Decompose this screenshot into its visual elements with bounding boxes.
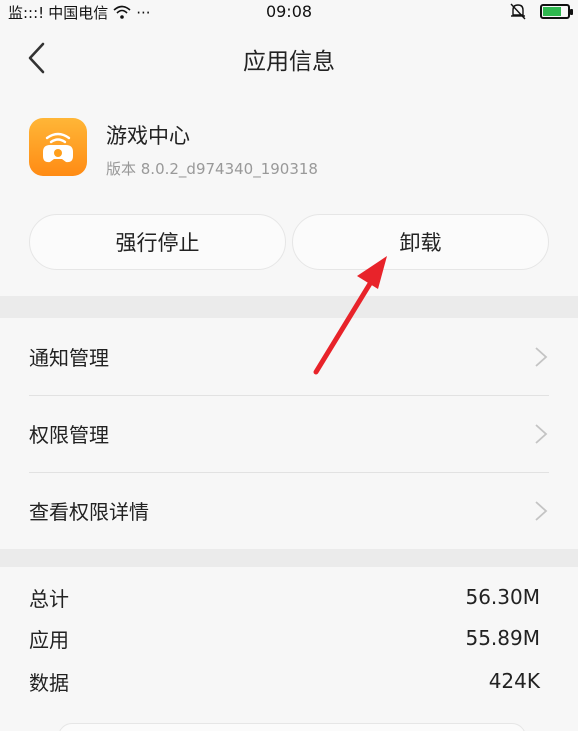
status-bar: 监:::! 中国电信 ··· 09:08 [0,0,578,24]
storage-value: 424K [488,669,540,693]
page-title: 应用信息 [243,49,335,75]
app-name: 游戏中心 [106,124,190,148]
clear-data-button[interactable] [58,723,526,731]
app-version: 版本 8.0.2_d974340_190318 [106,160,318,178]
settings-item-label: 查看权限详情 [29,500,149,524]
title-bar: 应用信息 [0,24,578,90]
chevron-right-icon [535,424,548,444]
storage-value: 55.89M [465,626,540,650]
storage-row-total: 总计 56.30M [29,582,540,612]
storage-label: 总计 [29,586,69,611]
settings-item-permission-details[interactable]: 查看权限详情 [0,472,578,549]
silent-bell-icon [510,3,526,20]
storage-section: 总计 56.30M 应用 55.89M 数据 424K [0,567,578,731]
storage-row-data: 数据 424K [29,666,540,696]
storage-label: 数据 [29,670,69,695]
chevron-right-icon [535,501,548,521]
settings-item-notification[interactable]: 通知管理 [0,318,578,395]
status-time: 09:08 [265,2,313,21]
gamepad-wifi-icon [29,118,87,176]
status-right [510,3,573,20]
settings-item-label: 权限管理 [29,423,109,447]
force-stop-button[interactable]: 强行停止 [29,214,286,270]
settings-item-permissions[interactable]: 权限管理 [0,395,578,472]
battery-icon [540,4,573,19]
storage-label: 应用 [29,627,69,652]
uninstall-button[interactable]: 卸载 [292,214,549,270]
storage-value: 56.30M [465,585,540,609]
battery-level [543,7,562,16]
section-divider [0,549,578,567]
section-divider [0,296,578,318]
settings-item-label: 通知管理 [29,346,109,370]
chevron-right-icon [535,347,548,367]
settings-list: 通知管理 权限管理 查看权限详情 [0,318,578,549]
app-header: 游戏中心 版本 8.0.2_d974340_190318 强行停止 卸载 [0,90,578,296]
storage-row-app: 应用 55.89M [29,623,540,653]
